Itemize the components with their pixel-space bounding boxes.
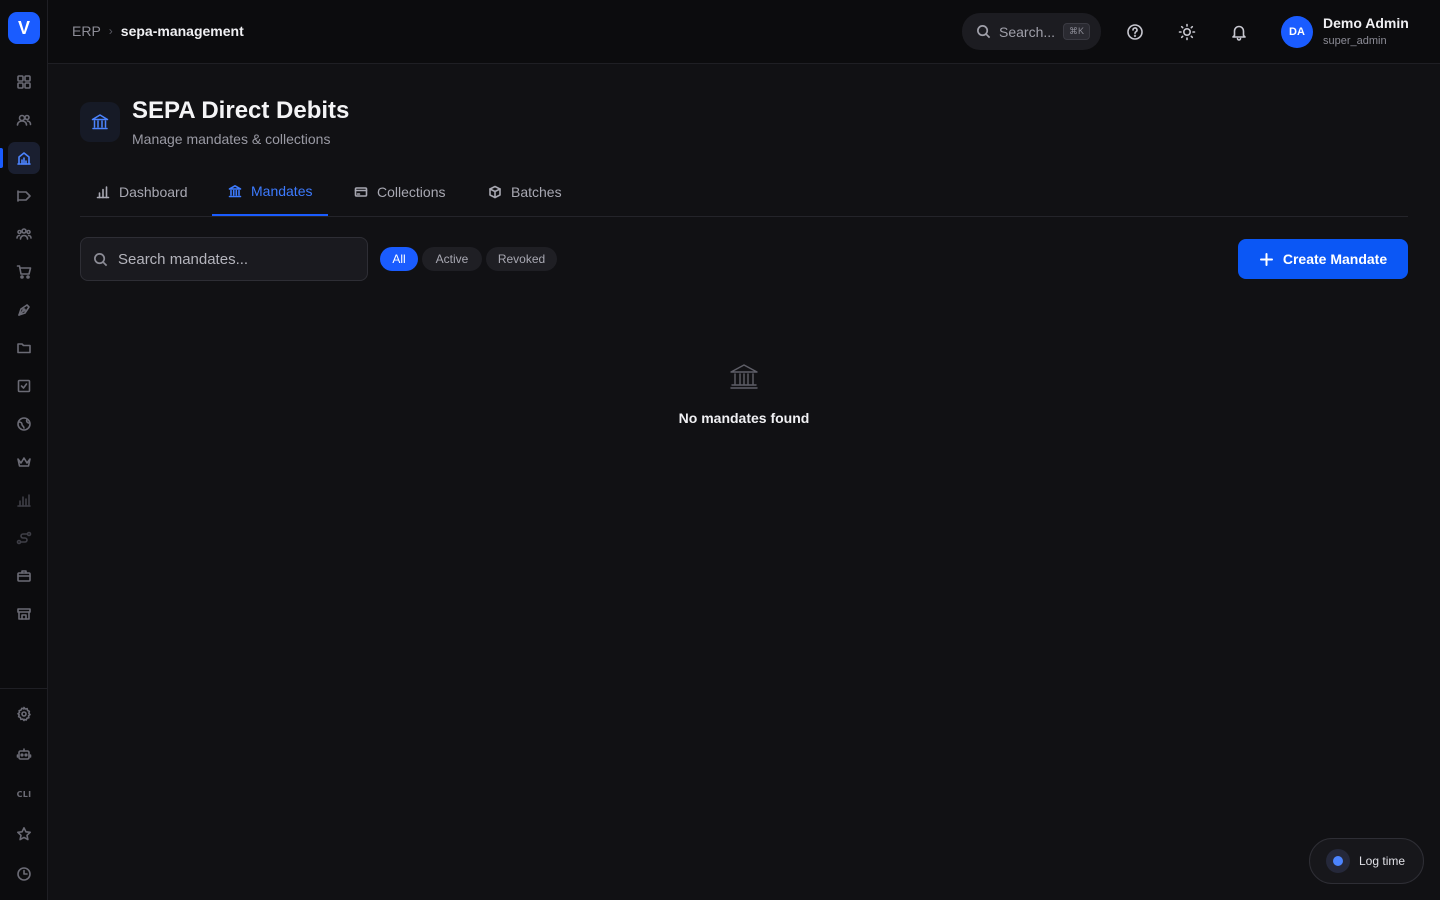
timer-icon [1326,849,1350,873]
sidebar: V CLI [0,0,48,900]
global-search-button[interactable]: Search... ⌘K [962,13,1101,50]
app-logo[interactable]: V [8,12,40,44]
tab-label: Mandates [251,183,313,199]
team-icon[interactable] [8,218,40,250]
megaphone-icon[interactable] [8,180,40,212]
folder-icon[interactable] [8,332,40,364]
package-icon [489,185,501,199]
breadcrumb-current: sepa-management [120,23,244,39]
credit-card-icon [354,187,368,197]
bank-icon [728,361,760,393]
users-icon[interactable] [8,104,40,136]
grid-icon[interactable] [8,66,40,98]
tab-dashboard[interactable]: Dashboard [80,168,204,216]
plus-icon [1259,252,1273,266]
bell-icon[interactable] [1227,20,1251,44]
app-logo-letter: V [17,17,30,38]
store-icon[interactable] [8,598,40,630]
search-icon [94,252,108,266]
tab-batches[interactable]: Batches [472,168,578,216]
log-time-label: Log time [1359,854,1406,868]
briefcase-icon[interactable] [8,560,40,592]
empty-state-message: No mandates found [678,410,810,426]
route-icon[interactable] [8,522,40,554]
breadcrumb-root[interactable]: ERP [72,23,101,39]
search-icon [977,25,991,39]
filter-active[interactable]: Active [422,247,482,271]
top-header: ERP › sepa-management Search... ⌘K DA De… [48,0,1440,64]
cart-icon[interactable] [8,256,40,288]
filter-revoked[interactable]: Revoked [486,247,557,271]
page-title: SEPA Direct Debits [132,97,350,124]
bar-chart-icon [96,186,110,199]
create-mandate-label: Create Mandate [1282,251,1388,267]
pen-tool-icon[interactable] [8,294,40,326]
settings-icon[interactable] [8,698,40,730]
robot-icon[interactable] [8,738,40,770]
filter-all[interactable]: All [380,247,418,271]
mandate-search-input[interactable] [118,250,348,268]
user-name[interactable]: Demo Admin [1323,15,1409,31]
sun-icon[interactable] [1175,20,1199,44]
tab-mandates[interactable]: Mandates [212,168,329,216]
sidebar-divider [0,688,48,689]
mandate-search[interactable] [80,237,368,281]
cli-label: CLI [16,789,32,799]
tab-label: Collections [377,184,446,200]
bank-chart-icon[interactable] [8,142,40,174]
tab-bar: Dashboard Mandates Collections Batches [80,168,1408,217]
checkbox-icon[interactable] [8,370,40,402]
clock-icon[interactable] [8,858,40,890]
crown-icon[interactable] [8,446,40,478]
search-shortcut: ⌘K [1063,23,1091,40]
bank-icon [228,185,242,198]
breadcrumb: ERP › sepa-management [72,23,244,39]
create-mandate-button[interactable]: Create Mandate [1238,239,1408,279]
chevron-right-icon: › [108,24,113,38]
sidebar-active-indicator [0,148,3,168]
tab-label: Batches [511,184,562,200]
log-time-button[interactable]: Log time [1309,838,1424,884]
bank-icon [80,102,120,142]
tab-collections[interactable]: Collections [338,168,461,216]
cli-button[interactable]: CLI [8,778,40,810]
star-icon[interactable] [8,818,40,850]
tab-label: Dashboard [119,184,188,200]
page-subtitle: Manage mandates & collections [132,131,331,147]
avatar[interactable]: DA [1281,16,1313,48]
bar-chart-icon[interactable] [8,484,40,516]
global-search-placeholder: Search... [999,23,1056,40]
help-icon[interactable] [1123,20,1147,44]
user-role: super_admin [1323,35,1387,47]
